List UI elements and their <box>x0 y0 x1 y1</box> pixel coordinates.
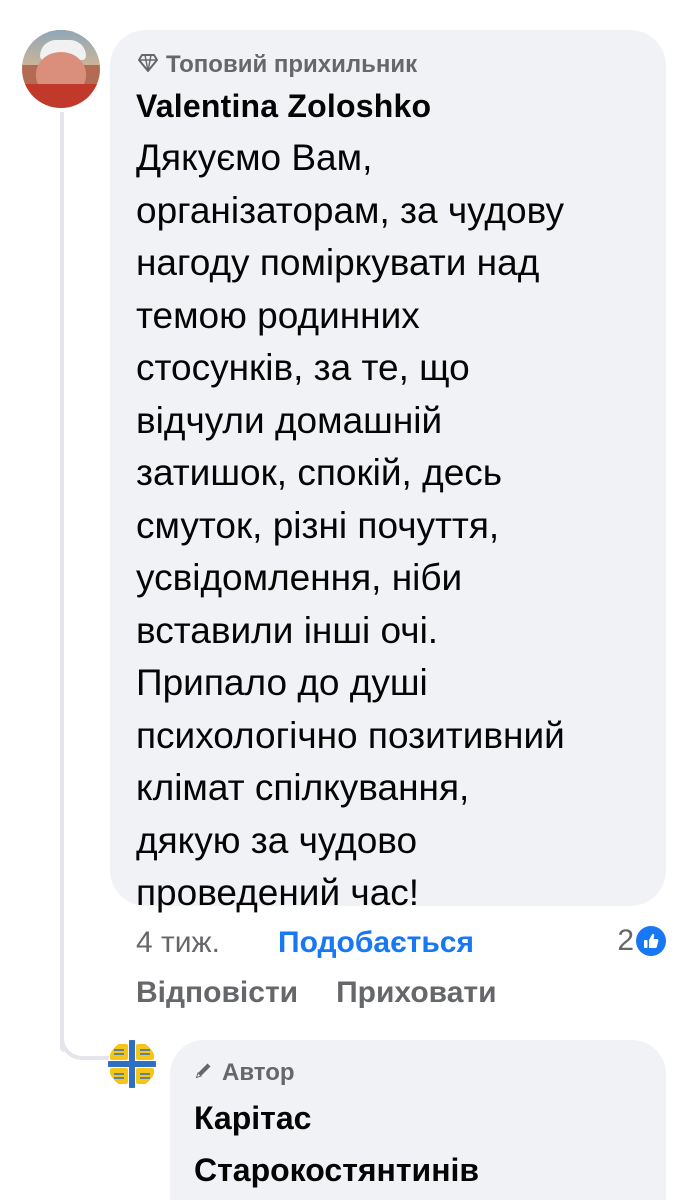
diamond-icon <box>138 51 158 79</box>
like-button[interactable]: Подобається <box>278 926 474 960</box>
comment-bubble: Топовий прихильник Valentina Zoloshko Дя… <box>110 30 666 913</box>
comment-thread: Топовий прихильник Valentina Zoloshko Дя… <box>0 0 690 1200</box>
thread-line <box>60 112 64 1052</box>
reply-bubble: Автор Карітас Старокостянтинів <box>170 1040 666 1200</box>
thread-branch <box>60 1030 112 1060</box>
reaction-count: 2 <box>617 924 634 957</box>
comment-actions: 4 тиж. Подобається 2 <box>136 920 666 964</box>
reply-author-avatar[interactable] <box>108 1040 156 1088</box>
comment-text: Дякуємо Вам, організаторам, за чудову на… <box>136 137 565 913</box>
hide-button[interactable]: Приховати <box>336 976 496 1020</box>
author-badge-label: Автор <box>222 1059 295 1086</box>
comment-timestamp[interactable]: 4 тиж. <box>136 926 220 960</box>
comment-secondary-actions: Відповісти Приховати <box>136 976 497 1020</box>
thumbs-up-icon <box>636 926 666 956</box>
reply-button[interactable]: Відповісти <box>136 976 298 1020</box>
reply-author[interactable]: Карітас Старокостянтинів <box>194 1092 574 1196</box>
pencil-icon <box>194 1059 214 1087</box>
author-badge[interactable]: Автор <box>194 1058 642 1088</box>
comment-author[interactable]: Valentina Zoloshko <box>136 86 640 126</box>
top-fan-badge[interactable]: Топовий прихильник <box>138 50 640 80</box>
badge-label: Топовий прихильник <box>166 51 418 78</box>
reaction-summary[interactable]: 2 <box>617 924 666 958</box>
commenter-avatar[interactable] <box>22 30 100 108</box>
caritas-logo-icon <box>108 1040 156 1088</box>
